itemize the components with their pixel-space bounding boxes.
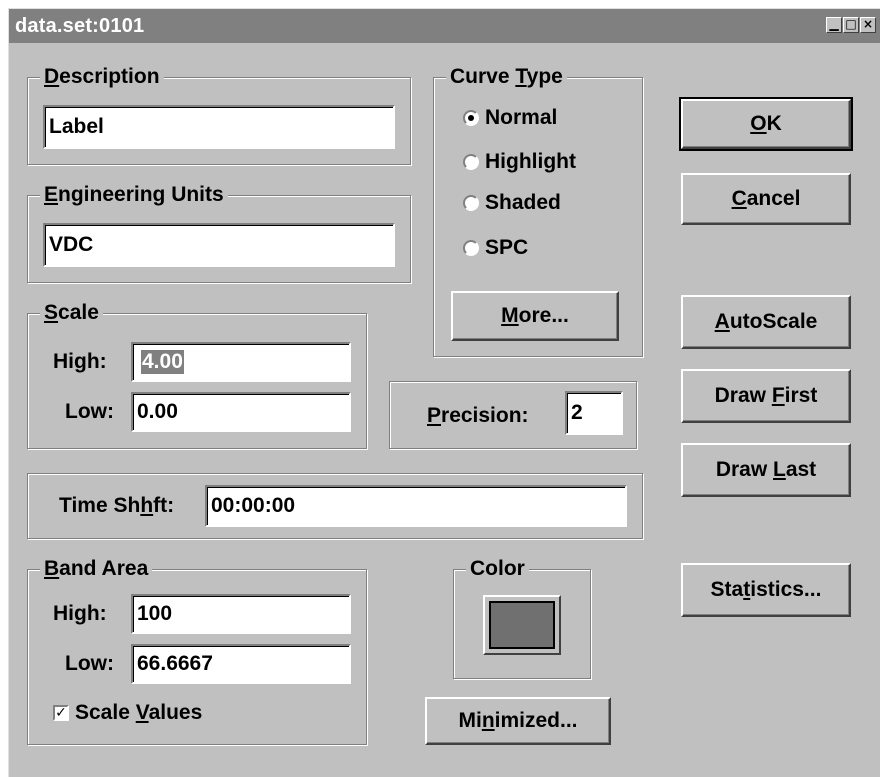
radio-button-selected[interactable] xyxy=(463,110,479,126)
radio-shaded-label: Shaded xyxy=(485,191,561,214)
scale-low-label: Low: xyxy=(65,400,114,423)
color-swatch xyxy=(489,601,555,649)
dialog-window: data.set:0101 ▁ □ × Description Label En… xyxy=(8,8,880,777)
more-button[interactable]: More... xyxy=(451,291,619,341)
time-shift-field[interactable]: 00:00:00 xyxy=(205,485,627,527)
radio-normal-label: Normal xyxy=(485,106,558,129)
draw-first-button[interactable]: Draw First xyxy=(681,369,851,423)
scale-group-label: Scale xyxy=(40,300,103,326)
engineering-units-group-label: Engineering Units xyxy=(40,182,228,208)
band-high-value: 100 xyxy=(137,602,173,625)
checkbox-checked-icon[interactable]: ✓ xyxy=(53,705,69,721)
radio-highlight-label: Highlight xyxy=(485,150,576,173)
curve-type-group-label: Curve Type xyxy=(446,64,567,90)
scale-values-checkbox[interactable]: ✓ Scale Values xyxy=(53,701,202,725)
band-low-label: Low: xyxy=(65,652,114,675)
radio-spc-label: SPC xyxy=(485,236,529,259)
description-value: Label xyxy=(49,115,104,138)
title-bar[interactable]: data.set:0101 ▁ □ × xyxy=(9,9,880,43)
cancel-button[interactable]: Cancel xyxy=(681,173,851,225)
radio-button[interactable] xyxy=(463,240,479,256)
minimized-button[interactable]: Minimized... xyxy=(425,697,611,745)
minimized-button-label: Minimized... xyxy=(458,709,578,732)
statistics-button[interactable]: Statistics... xyxy=(681,563,851,617)
radio-normal[interactable]: Normal xyxy=(463,105,557,131)
band-high-label: High: xyxy=(53,602,107,625)
scale-high-label: High: xyxy=(53,350,107,373)
band-high-field[interactable]: 100 xyxy=(131,594,351,634)
precision-label: Precision: xyxy=(427,404,529,427)
color-group-label: Color xyxy=(466,556,529,582)
precision-value: 2 xyxy=(571,401,583,424)
description-group-label: Description xyxy=(40,64,164,90)
radio-button[interactable] xyxy=(463,154,479,170)
window-title: data.set:0101 xyxy=(15,15,145,37)
draw-last-button-label: Draw Last xyxy=(715,458,817,481)
scale-low-value: 0.00 xyxy=(137,400,178,423)
radio-shaded[interactable]: Shaded xyxy=(463,190,561,216)
autoscale-button-label: AutoScale xyxy=(714,310,818,333)
autoscale-button[interactable]: AutoScale xyxy=(681,295,851,349)
more-button-label: More... xyxy=(501,304,569,327)
scale-high-field[interactable]: 4.00 xyxy=(131,342,351,382)
description-field[interactable]: Label xyxy=(43,105,395,149)
band-area-group-label: Band Area xyxy=(40,556,153,582)
color-swatch-button[interactable] xyxy=(483,595,561,655)
window-controls: ▁ □ × xyxy=(826,17,876,33)
scale-low-field[interactable]: 0.00 xyxy=(131,392,351,432)
ok-button[interactable]: OK xyxy=(679,97,853,151)
cancel-button-label: Cancel xyxy=(731,187,801,210)
scale-high-selection: 4.00 xyxy=(141,350,184,374)
maximize-icon[interactable]: □ xyxy=(843,17,859,33)
close-icon[interactable]: × xyxy=(860,17,876,33)
minimize-icon[interactable]: ▁ xyxy=(826,17,842,33)
draw-last-button[interactable]: Draw Last xyxy=(681,443,851,497)
ok-button-label: OK xyxy=(750,112,782,135)
precision-field[interactable]: 2 xyxy=(565,391,623,435)
radio-button[interactable] xyxy=(463,195,479,211)
draw-first-button-label: Draw First xyxy=(714,384,818,407)
statistics-button-label: Statistics... xyxy=(710,578,822,601)
engineering-units-value: VDC xyxy=(49,233,94,256)
time-shift-label: Time Shhft: xyxy=(59,494,175,517)
band-low-field[interactable]: 66.6667 xyxy=(131,644,351,684)
scale-values-label: Scale Values xyxy=(75,701,203,724)
engineering-units-field[interactable]: VDC xyxy=(43,223,395,267)
time-shift-value: 00:00:00 xyxy=(211,494,296,517)
radio-spc[interactable]: SPC xyxy=(463,235,528,261)
radio-highlight[interactable]: Highlight xyxy=(463,149,576,175)
band-low-value: 66.6667 xyxy=(137,652,213,675)
